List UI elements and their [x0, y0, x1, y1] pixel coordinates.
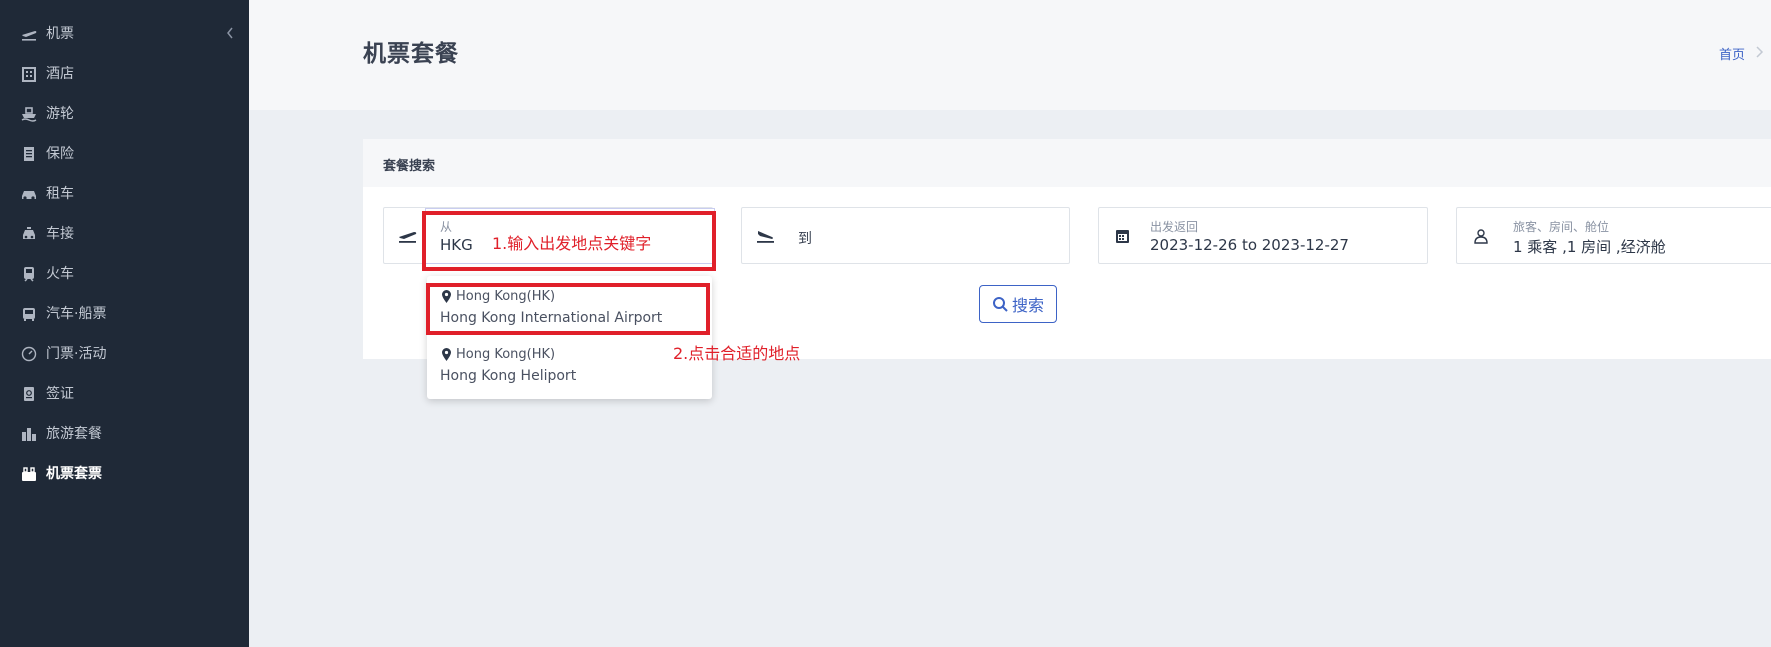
- chevron-right-icon: [1756, 46, 1764, 58]
- city-icon: [20, 426, 37, 442]
- travelers-value: 1 乘客 ,1 房间 ,经济舱: [1513, 238, 1666, 256]
- annotation-step1: 1.输入出发地点关键字: [492, 234, 652, 253]
- search-button[interactable]: 搜索: [979, 285, 1057, 323]
- date-range-field[interactable]: 出发返回 2023-12-26 to 2023-12-27: [1098, 207, 1428, 264]
- to-field[interactable]: 到: [741, 207, 1070, 264]
- suggestion-airport: Hong Kong Heliport: [440, 368, 577, 384]
- plane-arrival-icon: [757, 231, 774, 243]
- annotation-box-step2: [426, 283, 710, 335]
- sidebar-item-label: 酒店: [46, 66, 74, 82]
- sidebar-item-transfers[interactable]: 车接: [0, 214, 249, 254]
- page-title: 机票套餐: [363, 41, 459, 67]
- card-title: 套餐搜索: [383, 159, 436, 174]
- sidebar-item-flight-packages[interactable]: 机票套票: [0, 454, 249, 494]
- sidebar-item-trains[interactable]: 火车: [0, 254, 249, 294]
- date-value: 2023-12-26 to 2023-12-27: [1150, 236, 1349, 254]
- travelers-label: 旅客、房间、舱位: [1513, 220, 1610, 234]
- car-icon: [20, 186, 37, 202]
- sidebar-item-label: 火车: [46, 266, 74, 282]
- sidebar-item-label: 机票套票: [46, 466, 102, 482]
- page-header: 机票套餐 首页: [249, 0, 1771, 110]
- user-icon: [1474, 229, 1488, 244]
- suggestion-option[interactable]: Hong Kong(HK) Hong Kong Heliport: [427, 341, 712, 395]
- document-icon: [20, 146, 37, 162]
- card-header: 套餐搜索: [363, 139, 1771, 187]
- taxi-icon: [20, 226, 37, 242]
- sidebar-item-tickets-activities[interactable]: 门票·活动: [0, 334, 249, 374]
- sidebar-item-flights[interactable]: 机票: [0, 14, 249, 54]
- sidebar-item-bus-ferry[interactable]: 汽车·船票: [0, 294, 249, 334]
- plane-departure-icon: [399, 232, 417, 243]
- building-icon: [20, 66, 37, 82]
- sidebar-item-hotels[interactable]: 酒店: [0, 54, 249, 94]
- sidebar-item-tour-packages[interactable]: 旅游套餐: [0, 414, 249, 454]
- train-icon: [20, 266, 37, 282]
- sidebar-item-visa[interactable]: 签证: [0, 374, 249, 414]
- sidebar-item-label: 门票·活动: [46, 346, 107, 362]
- plane-icon: [20, 26, 37, 42]
- sidebar: 机票 酒店 游轮 保险 租车 车接 火车 汽车·船票 门票·活动 签证 旅游套餐…: [0, 0, 249, 647]
- sidebar-item-label: 机票: [46, 26, 74, 42]
- to-placeholder: 到: [798, 231, 812, 247]
- search-icon: [992, 297, 1008, 312]
- calendar-icon: [1116, 230, 1129, 243]
- luggage-icon: [20, 466, 37, 482]
- date-label: 出发返回: [1150, 220, 1199, 234]
- ship-icon: [20, 106, 37, 122]
- sidebar-item-car-rental[interactable]: 租车: [0, 174, 249, 214]
- search-button-label: 搜索: [1011, 296, 1044, 315]
- sidebar-item-label: 汽车·船票: [46, 306, 107, 322]
- passport-icon: [20, 386, 37, 402]
- gauge-icon: [20, 346, 37, 362]
- sidebar-item-label: 旅游套餐: [46, 426, 102, 442]
- bus-icon: [20, 306, 37, 322]
- sidebar-item-label: 租车: [46, 186, 74, 202]
- sidebar-item-label: 保险: [46, 146, 74, 162]
- sidebar-item-label: 游轮: [46, 106, 74, 122]
- annotation-step2: 2.点击合适的地点: [673, 344, 801, 363]
- suggestion-city-label: Hong Kong(HK): [456, 347, 556, 362]
- sidebar-item-insurance[interactable]: 保险: [0, 134, 249, 174]
- sidebar-item-cruises[interactable]: 游轮: [0, 94, 249, 134]
- map-pin-icon: [442, 348, 451, 361]
- travelers-field[interactable]: 旅客、房间、舱位 1 乘客 ,1 房间 ,经济舱: [1456, 207, 1771, 264]
- suggestion-city: Hong Kong(HK): [441, 347, 555, 362]
- breadcrumb-home-link[interactable]: 首页: [1719, 44, 1745, 63]
- sidebar-item-label: 签证: [46, 386, 74, 402]
- sidebar-item-label: 车接: [46, 226, 74, 242]
